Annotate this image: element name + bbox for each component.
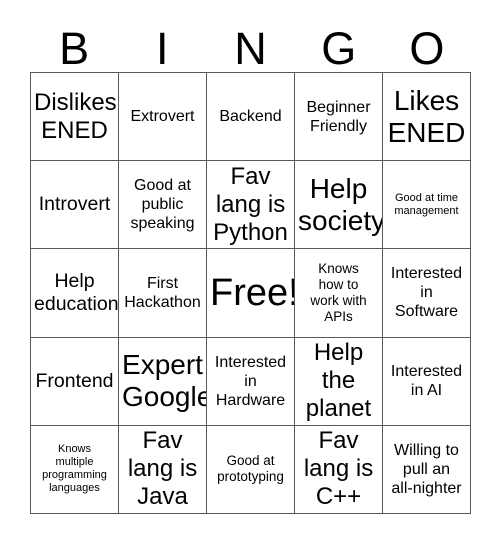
bingo-cell-r5-c2[interactable]: Fav lang is Java bbox=[119, 425, 207, 514]
bingo-cell-label: Good at public speaking bbox=[130, 177, 195, 233]
bingo-cell-label: Help society bbox=[298, 172, 383, 236]
bingo-cell-label: Likes ENED bbox=[387, 84, 466, 148]
bingo-cell-label: Interested in AI bbox=[390, 363, 463, 400]
bingo-grid: Dislikes ENED Extrovert Backend Beginner Fr… bbox=[30, 72, 471, 514]
bingo-cell-label: Knows how to work with APIs bbox=[310, 260, 367, 324]
bingo-cell-label: Interested in Hardware bbox=[214, 353, 287, 409]
bingo-cell-r4-c5[interactable]: Interested in AI bbox=[383, 337, 471, 426]
bingo-cell-r2-c5[interactable]: Good at time management bbox=[383, 161, 471, 250]
bingo-cell-label: Help the planet bbox=[305, 339, 372, 423]
bingo-cell-label: Knows multiple programming languages bbox=[42, 443, 107, 495]
bingo-header-letter-b: B bbox=[59, 23, 90, 74]
bingo-cell-r1-c2[interactable]: Extrovert bbox=[119, 73, 207, 162]
bingo-cell-r5-c5[interactable]: Willing to pull an all-nighter bbox=[383, 425, 471, 514]
bingo-cell-r4-c2[interactable]: Expert Googler bbox=[119, 337, 207, 426]
bingo-card: B I N G O Dislikes ENED Extrovert Backend B… bbox=[0, 0, 500, 544]
bingo-cell-r5-c1[interactable]: Knows multiple programming languages bbox=[31, 425, 119, 514]
bingo-cell-r2-c2[interactable]: Good at public speaking bbox=[119, 161, 207, 250]
bingo-cell-r3-c1[interactable]: Help education bbox=[31, 249, 119, 338]
bingo-cell-r4-c1[interactable]: Frontend bbox=[31, 337, 119, 426]
bingo-cell-label: Fav lang is C++ bbox=[303, 427, 374, 511]
bingo-header-letter-o: O bbox=[409, 23, 445, 74]
bingo-header-letter-g: G bbox=[321, 23, 357, 74]
bingo-cell-r2-c4[interactable]: Help society bbox=[295, 161, 383, 250]
bingo-cell-label: Extrovert bbox=[130, 108, 195, 126]
bingo-cell-label: Good at time management bbox=[394, 191, 459, 217]
bingo-cell-label: Introvert bbox=[38, 193, 111, 216]
bingo-cell-label: Fav lang is Python bbox=[213, 162, 288, 246]
bingo-cell-r3-c4[interactable]: Knows how to work with APIs bbox=[295, 249, 383, 338]
bingo-cell-label: Frontend bbox=[35, 369, 114, 392]
bingo-cell-label: Willing to pull an all-nighter bbox=[391, 441, 462, 497]
bingo-cell-label: First Hackathon bbox=[124, 274, 201, 311]
bingo-cell-label: Help education bbox=[34, 269, 119, 315]
bingo-header-letter-n: N bbox=[234, 23, 267, 74]
bingo-cell-r2-c1[interactable]: Introvert bbox=[31, 161, 119, 250]
bingo-header-letter-i: I bbox=[156, 23, 169, 74]
bingo-cell-r4-c3[interactable]: Interested in Hardware bbox=[207, 337, 295, 426]
bingo-cell-label: Good at prototyping bbox=[217, 453, 284, 485]
bingo-cell-r3-c2[interactable]: First Hackathon bbox=[119, 249, 207, 338]
bingo-cell-label: Backend bbox=[219, 108, 282, 126]
bingo-cell-label: Fav lang is Java bbox=[127, 427, 198, 511]
bingo-cell-r1-c3[interactable]: Backend bbox=[207, 73, 295, 162]
bingo-cell-r4-c4[interactable]: Help the planet bbox=[295, 337, 383, 426]
bingo-cell-label: Dislikes ENED bbox=[34, 88, 117, 144]
bingo-cell-r3-c3[interactable]: Free! bbox=[207, 249, 295, 338]
bingo-cell-r5-c4[interactable]: Fav lang is C++ bbox=[295, 425, 383, 514]
bingo-cell-label: Expert Googler bbox=[122, 349, 206, 413]
bingo-cell-r5-c3[interactable]: Good at prototyping bbox=[207, 425, 295, 514]
bingo-cell-label: Free! bbox=[210, 271, 295, 314]
bingo-cell-label: Interested in Software bbox=[390, 265, 463, 321]
bingo-cell-r1-c1[interactable]: Dislikes ENED bbox=[31, 73, 119, 162]
bingo-cell-label: Beginner Friendly bbox=[306, 98, 371, 135]
bingo-cell-r1-c5[interactable]: Likes ENED bbox=[383, 73, 471, 162]
bingo-cell-r2-c3[interactable]: Fav lang is Python bbox=[207, 161, 295, 250]
bingo-header-row: B I N G O bbox=[30, 18, 471, 72]
bingo-cell-r3-c5[interactable]: Interested in Software bbox=[383, 249, 471, 338]
bingo-cell-r1-c4[interactable]: Beginner Friendly bbox=[295, 73, 383, 162]
